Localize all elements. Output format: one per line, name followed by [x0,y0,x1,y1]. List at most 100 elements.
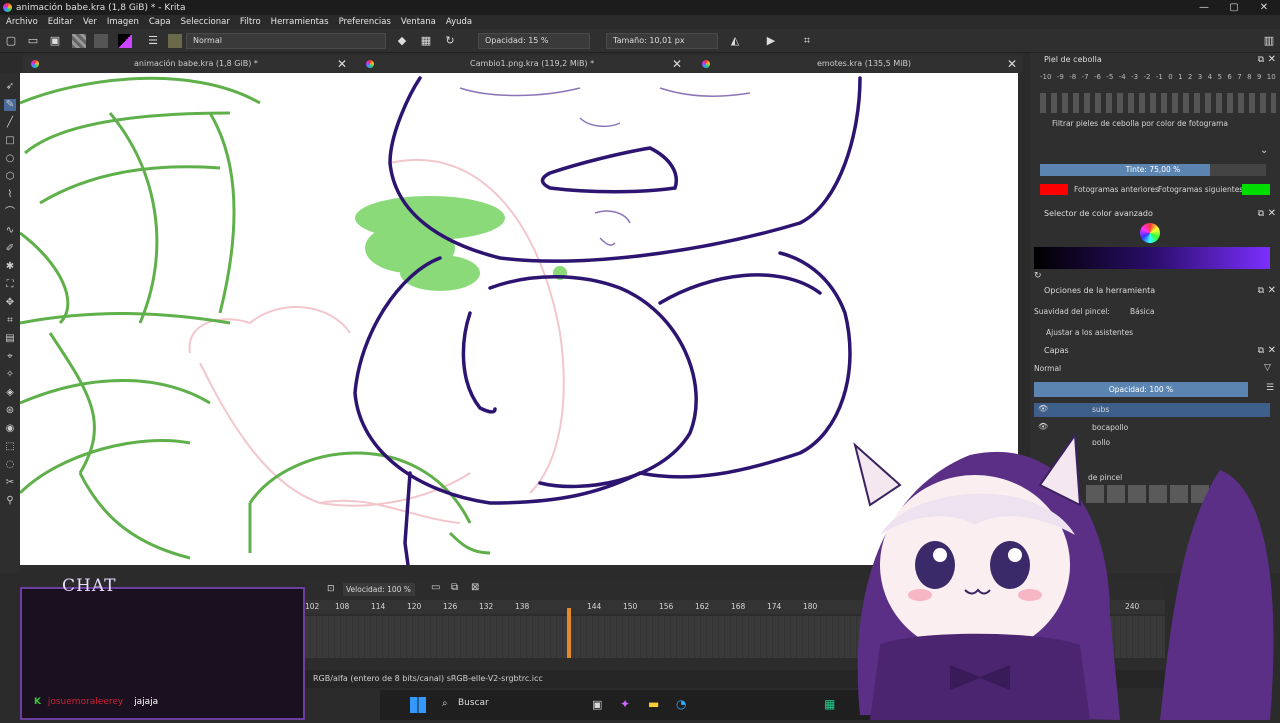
gradient-icon[interactable] [94,34,108,48]
crop-tool-icon[interactable]: ⌗ [4,315,16,327]
onion-frame-number[interactable]: 10 [1267,73,1276,83]
size-slider[interactable]: Tamaño: 10,01 px [606,33,718,49]
rectangle-tool-icon[interactable]: □ [4,135,16,147]
onion-frame-number[interactable]: 1 [1178,73,1182,83]
camera-icon[interactable]: ⊡ [327,584,335,594]
smart-patch-icon[interactable]: ✧ [4,369,16,381]
polygon-tool-icon[interactable]: ⬡ [4,171,16,183]
tab-close-icon[interactable]: ✕ [1007,55,1017,73]
windows-start-icon[interactable] [410,697,426,713]
mirror-horizontal-icon[interactable]: ◭ [728,34,742,48]
wrap-around-icon[interactable]: ⌗ [800,34,814,48]
brush-preset-icon[interactable] [168,34,182,48]
copilot-icon[interactable]: ✦ [620,697,630,711]
onion-opacity-bars[interactable] [1040,93,1276,113]
tint-slider[interactable]: Tinte: 75,00 % [1040,164,1266,176]
minimize-button[interactable]: — [1188,0,1220,15]
select-lasso-icon[interactable]: ✂ [4,477,16,489]
menu-herramientas[interactable]: Herramientas [271,17,329,27]
onion-frame-number[interactable]: 7 [1237,73,1241,83]
onion-frame-number[interactable]: 9 [1257,73,1261,83]
menu-imagen[interactable]: Imagen [107,17,139,27]
eraser-icon[interactable]: ◆ [395,34,409,48]
brush-settings-icon[interactable]: ☰ [146,34,160,48]
close-window-button[interactable]: ✕ [1248,0,1280,15]
onion-frame-number[interactable]: 2 [1188,73,1192,83]
onion-filter-label[interactable]: Filtrar pieles de cebolla por color de f… [1052,119,1228,128]
move-tool-icon[interactable]: ✥ [4,297,16,309]
prev-frames-color[interactable] [1040,184,1068,195]
onion-frame-number[interactable]: -6 [1094,73,1101,83]
close-docker-icon[interactable]: ✕ [1268,344,1276,358]
menu-ayuda[interactable]: Ayuda [446,17,472,27]
onion-frame-number[interactable]: -1 [1156,73,1163,83]
line-tool-icon[interactable]: ╱ [4,117,16,129]
task-view-icon[interactable]: ▣ [592,698,602,711]
onion-frame-number[interactable]: -8 [1069,73,1076,83]
workspace-icon[interactable]: ▥ [1262,34,1276,48]
layer-menu-icon[interactable]: ☰ [1266,383,1274,393]
onion-frame-number[interactable]: -7 [1082,73,1089,83]
assistant-tool-icon[interactable]: ⊛ [4,405,16,417]
taskbar-search[interactable]: Buscar [458,698,489,708]
open-folder-icon[interactable]: ▭ [26,34,40,48]
float-icon[interactable]: ⧉ [1258,53,1264,67]
menu-capa[interactable]: Capa [149,17,171,27]
pattern-icon[interactable] [72,34,86,48]
reset-icon[interactable]: ↻ [1034,271,1042,281]
select-ellipse-icon[interactable]: ◌ [4,459,16,471]
new-document-icon[interactable]: ▢ [4,34,18,48]
maximize-button[interactable]: ▢ [1218,0,1250,15]
color-gradient-strip[interactable] [1034,247,1270,269]
onion-frame-number[interactable]: 0 [1168,73,1172,83]
tab-close-icon[interactable]: ✕ [337,55,347,73]
onion-frame-number[interactable]: -4 [1119,73,1126,83]
smoothing-select[interactable]: Básica [1130,307,1270,316]
menu-seleccionar[interactable]: Seleccionar [181,17,230,27]
alpha-lock-icon[interactable]: ▦ [419,34,433,48]
multibrush-icon[interactable]: ✱ [4,261,16,273]
menu-ver[interactable]: Ver [83,17,97,27]
copy-frame-icon[interactable]: ⧉ [451,582,458,593]
select-shape-icon[interactable]: ➶ [4,81,16,93]
select-rect-icon[interactable]: ⬚ [4,441,16,453]
onion-frame-number[interactable]: -5 [1106,73,1113,83]
onion-frame-number[interactable]: -3 [1131,73,1138,83]
float-icon[interactable]: ⧉ [1258,284,1264,298]
next-frames-color[interactable] [1242,184,1270,195]
reload-icon[interactable]: ↻ [443,34,457,48]
freehand-path-icon[interactable]: ∿ [4,225,16,237]
gradient-tool-icon[interactable]: ▤ [4,333,16,345]
playhead[interactable] [567,608,571,658]
onion-frame-number[interactable]: -10 [1040,73,1051,83]
tab-close-icon[interactable]: ✕ [672,55,682,73]
menu-filtro[interactable]: Filtro [240,17,261,27]
filter-icon[interactable]: ▽ [1264,363,1271,373]
onion-frame-number[interactable]: 6 [1227,73,1231,83]
float-icon[interactable]: ⧉ [1258,207,1264,221]
blend-mode-select[interactable]: Normal [186,33,386,49]
mirror-vertical-icon[interactable]: ▶ [764,34,778,48]
onion-frame-number[interactable]: 4 [1208,73,1212,83]
hue-ring[interactable] [1140,223,1160,243]
eye-icon[interactable]: 👁 [1038,404,1048,413]
app-icon[interactable]: ▦ [824,697,835,711]
frame-icon[interactable]: ▭ [431,582,440,593]
onion-frame-number[interactable]: -9 [1057,73,1064,83]
chevron-down-icon[interactable]: ⌄ [1260,145,1268,156]
close-docker-icon[interactable]: ✕ [1268,207,1276,221]
file-explorer-icon[interactable]: ▬ [648,697,659,711]
opacity-slider[interactable]: Opacidad: 15 % [478,33,590,49]
snap-assistants-checkbox[interactable]: Ajustar a los asistentes [1046,328,1133,337]
float-icon[interactable]: ⧉ [1258,344,1264,358]
dynamic-brush-icon[interactable]: ✐ [4,243,16,255]
onion-frame-number[interactable]: 5 [1218,73,1222,83]
bucket-icon[interactable]: ◉ [4,423,16,435]
tab-emotes[interactable]: emotes.kra (135,5 MiB) [817,55,911,73]
menu-editar[interactable]: Editar [48,17,73,27]
menu-archivo[interactable]: Archivo [6,17,38,27]
delete-frame-icon[interactable]: ⊠ [471,582,479,593]
speed-field[interactable]: Velocidad: 100 % [343,583,415,596]
tab-animacion[interactable]: animación babe.kra (1,8 GiB) * [134,55,258,73]
layer-opacity-slider[interactable]: Opacidad: 100 % [1034,382,1248,397]
